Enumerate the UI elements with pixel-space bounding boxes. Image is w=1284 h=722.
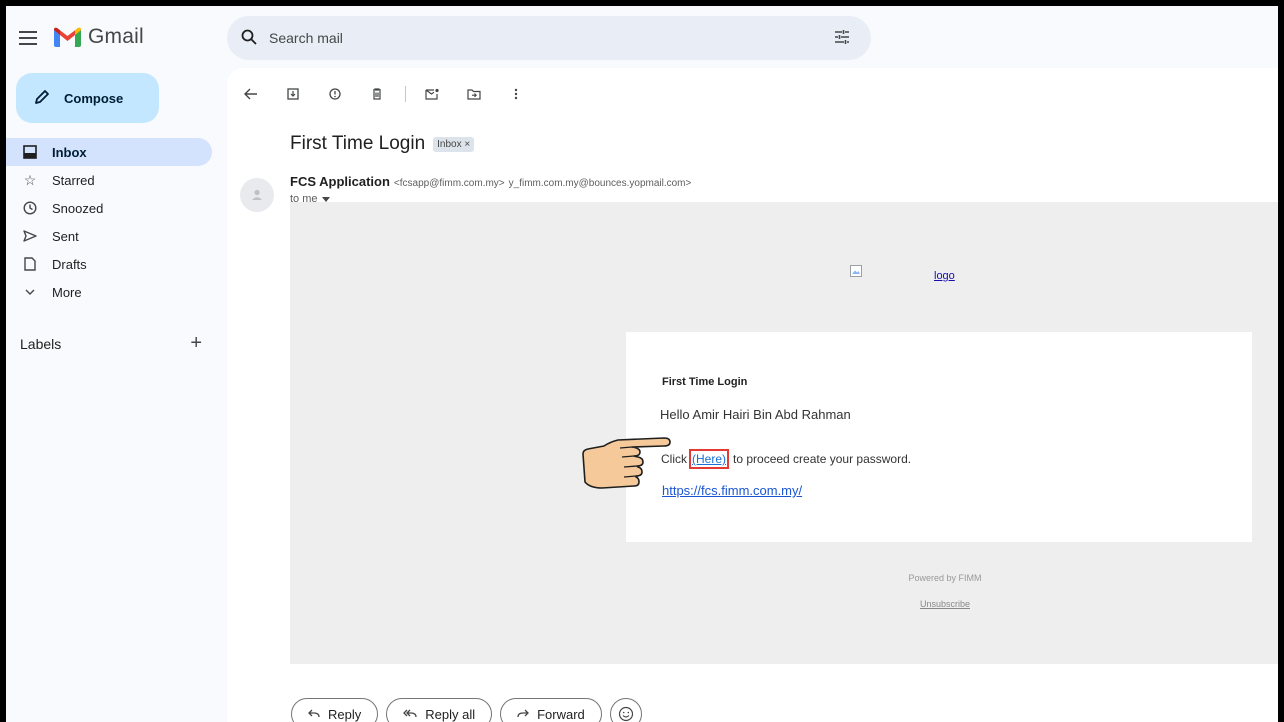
card-heading: First Time Login (662, 376, 748, 388)
pointing-hand-icon (582, 437, 671, 489)
reply-actions: Reply Reply all Forward (291, 698, 642, 722)
reply-label: Reply (328, 706, 362, 722)
sender-email: <fcsapp@fimm.com.my> (393, 178, 505, 189)
reply-all-icon (403, 707, 417, 722)
pencil-icon (34, 89, 50, 108)
sidebar-item-label: Inbox (52, 144, 87, 160)
compose-label: Compose (64, 90, 124, 106)
back-arrow-icon[interactable] (237, 82, 265, 106)
compose-button[interactable]: Compose (16, 73, 159, 123)
mark-unread-icon[interactable] (418, 82, 446, 106)
sender-name: FCS Application (290, 174, 390, 189)
sender-via: y_fimm.com.my@bounces.yopmail.com> (508, 178, 692, 189)
powered-by-text: Powered by FIMM (908, 573, 982, 583)
search-bar[interactable]: Search mail (227, 16, 871, 60)
reply-icon (308, 707, 320, 722)
gmail-window: Gmail Compose Inbox ☆ Starred Snoozed Se… (6, 6, 1278, 722)
report-spam-icon[interactable] (321, 82, 349, 106)
emoji-reaction-button[interactable] (609, 698, 642, 722)
star-icon: ☆ (23, 171, 37, 188)
site-link[interactable]: https://fcs.fimm.com.my/ (662, 483, 802, 498)
delete-icon[interactable] (363, 82, 391, 106)
search-options-icon[interactable] (833, 28, 853, 48)
here-link[interactable]: (Here) (689, 449, 730, 469)
gmail-logo[interactable]: Gmail (54, 25, 144, 49)
avatar (240, 178, 274, 212)
labels-header: Labels + (20, 332, 202, 355)
click-suffix: to proceed create your password. (733, 452, 912, 466)
add-label-icon[interactable]: + (190, 332, 202, 355)
forward-label: Forward (537, 706, 585, 722)
more-options-icon[interactable] (502, 82, 530, 106)
archive-icon[interactable] (279, 82, 307, 106)
search-icon[interactable] (241, 29, 257, 48)
email-subject: First Time Login Inbox × (290, 133, 475, 155)
draft-icon (22, 256, 38, 272)
email-card: First Time Login Hello Amir Hairi Bin Ab… (626, 332, 1252, 542)
reply-button[interactable]: Reply (291, 698, 379, 722)
person-icon (252, 189, 262, 200)
inbox-icon (22, 144, 38, 160)
inbox-label-chip[interactable]: Inbox × (433, 136, 475, 152)
toolbar-divider (405, 86, 406, 102)
chevron-down-icon (22, 284, 38, 300)
sidebar-item-more[interactable]: More (6, 278, 212, 306)
forward-button[interactable]: Forward (500, 698, 602, 722)
sidebar-item-inbox[interactable]: Inbox (6, 138, 212, 166)
move-to-icon[interactable] (460, 82, 488, 106)
forward-icon (517, 707, 530, 722)
search-input[interactable]: Search mail (269, 30, 821, 46)
smiley-icon (618, 706, 633, 722)
gmail-m-icon (54, 27, 81, 47)
sidebar-nav: Inbox ☆ Starred Snoozed Sent Drafts More (6, 138, 212, 306)
sender-info: FCS Application <fcsapp@fimm.com.my> y_f… (290, 174, 691, 189)
reply-all-button[interactable]: Reply all (386, 698, 493, 722)
greeting-text: Hello Amir Hairi Bin Abd Rahman (660, 407, 851, 422)
sidebar-item-snoozed[interactable]: Snoozed (6, 194, 212, 222)
app-name: Gmail (88, 25, 144, 48)
send-icon (22, 228, 38, 244)
sidebar-item-starred[interactable]: ☆ Starred (6, 166, 212, 194)
sidebar-item-label: Sent (52, 228, 79, 244)
unsubscribe-link[interactable]: Unsubscribe (290, 599, 1278, 609)
main-menu-icon[interactable] (16, 26, 40, 50)
sidebar-item-label: Drafts (52, 256, 87, 272)
sidebar-item-label: More (52, 284, 82, 300)
clock-icon (22, 200, 38, 216)
broken-image-icon (850, 265, 862, 277)
instruction-line: Click (Here) to proceed create your pass… (661, 449, 911, 469)
subject-title: First Time Login (290, 133, 426, 154)
sidebar-item-drafts[interactable]: Drafts (6, 250, 212, 278)
logo-link[interactable]: logo (934, 270, 955, 282)
email-view: First Time Login Inbox × FCS Application… (227, 68, 1278, 722)
email-body: logo First Time Login Hello Amir Hairi B… (290, 202, 1278, 664)
sidebar-item-label: Starred (52, 172, 95, 188)
reply-all-label: Reply all (425, 706, 476, 722)
email-toolbar (237, 82, 544, 106)
sidebar-item-sent[interactable]: Sent (6, 222, 212, 250)
sidebar-item-label: Snoozed (52, 200, 104, 216)
labels-title: Labels (20, 335, 62, 352)
